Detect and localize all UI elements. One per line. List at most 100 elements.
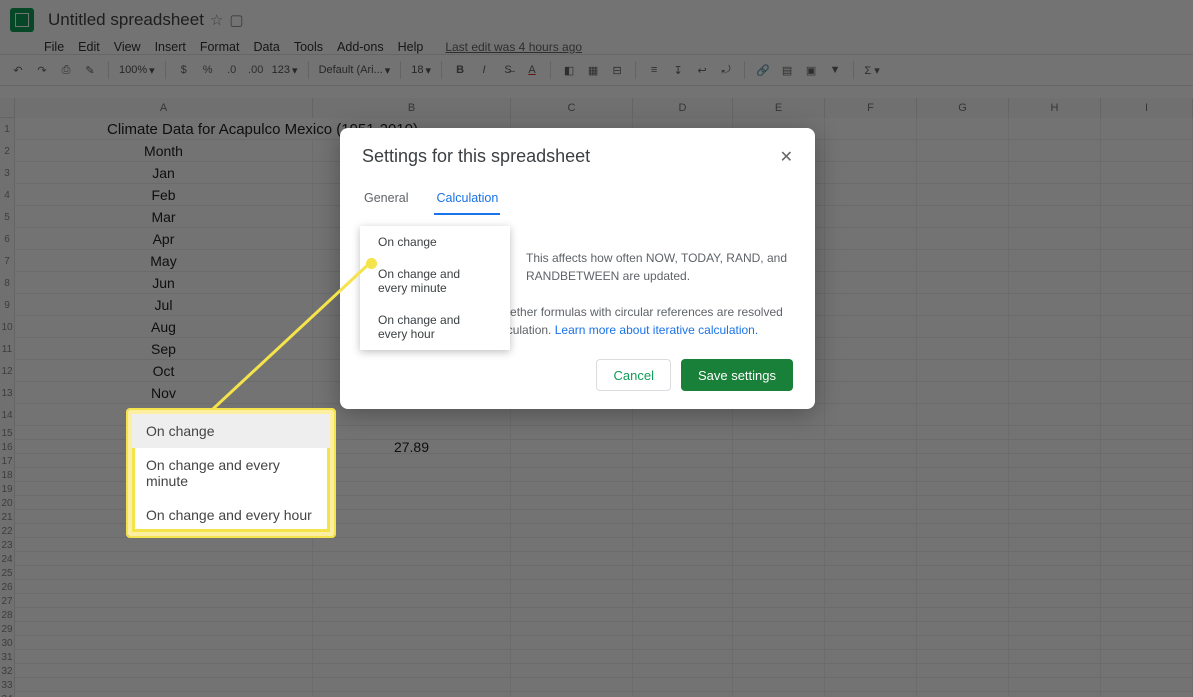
cell[interactable] bbox=[1101, 250, 1193, 272]
cell[interactable] bbox=[1101, 454, 1193, 468]
cell[interactable] bbox=[313, 496, 511, 510]
cell[interactable] bbox=[1101, 206, 1193, 228]
italic-icon[interactable]: I bbox=[476, 62, 492, 78]
cell[interactable] bbox=[1009, 404, 1101, 426]
redo-icon[interactable]: ↷ bbox=[34, 62, 50, 78]
cell[interactable] bbox=[633, 692, 733, 697]
row-header[interactable]: 21 bbox=[0, 510, 15, 524]
font-select[interactable]: Default (Ari... ▾ bbox=[319, 64, 391, 77]
cell[interactable] bbox=[1101, 692, 1193, 697]
cell[interactable]: Jan bbox=[15, 162, 313, 184]
cell[interactable] bbox=[313, 566, 511, 580]
cell[interactable] bbox=[825, 622, 917, 636]
cell[interactable] bbox=[917, 552, 1009, 566]
cell[interactable] bbox=[15, 678, 313, 692]
cell[interactable] bbox=[313, 482, 511, 496]
cell[interactable] bbox=[917, 678, 1009, 692]
cell[interactable] bbox=[917, 496, 1009, 510]
cell[interactable] bbox=[511, 566, 633, 580]
cell[interactable] bbox=[1009, 622, 1101, 636]
cell[interactable] bbox=[511, 440, 633, 454]
cell[interactable] bbox=[825, 382, 917, 404]
font-size[interactable]: 18 ▾ bbox=[411, 64, 431, 77]
cell[interactable] bbox=[825, 184, 917, 206]
cell[interactable] bbox=[1009, 184, 1101, 206]
cell[interactable] bbox=[917, 622, 1009, 636]
cell[interactable] bbox=[1009, 608, 1101, 622]
cell[interactable] bbox=[1009, 510, 1101, 524]
cancel-button[interactable]: Cancel bbox=[596, 359, 670, 391]
cell[interactable] bbox=[633, 426, 733, 440]
column-header[interactable]: B bbox=[313, 98, 511, 118]
zoom-select[interactable]: 100% ▾ bbox=[119, 64, 155, 77]
cell[interactable] bbox=[633, 440, 733, 454]
row-header[interactable]: 6 bbox=[0, 228, 15, 250]
cell[interactable] bbox=[917, 294, 1009, 316]
cell[interactable] bbox=[633, 594, 733, 608]
cell[interactable] bbox=[1101, 404, 1193, 426]
cell[interactable] bbox=[633, 496, 733, 510]
cell[interactable] bbox=[1101, 650, 1193, 664]
cell[interactable] bbox=[825, 552, 917, 566]
last-edit[interactable]: Last edit was 4 hours ago bbox=[445, 40, 582, 54]
cell[interactable] bbox=[313, 426, 511, 440]
row-header[interactable]: 27 bbox=[0, 594, 15, 608]
cell[interactable] bbox=[825, 650, 917, 664]
cell[interactable] bbox=[825, 538, 917, 552]
cell[interactable] bbox=[733, 692, 825, 697]
cell[interactable] bbox=[313, 580, 511, 594]
cell[interactable] bbox=[825, 360, 917, 382]
cell[interactable] bbox=[825, 636, 917, 650]
cell[interactable] bbox=[1101, 468, 1193, 482]
wrap-icon[interactable]: ↩ bbox=[694, 62, 710, 78]
cell[interactable] bbox=[511, 538, 633, 552]
cell[interactable] bbox=[511, 678, 633, 692]
cell[interactable] bbox=[633, 482, 733, 496]
cell[interactable] bbox=[511, 594, 633, 608]
cell[interactable] bbox=[825, 228, 917, 250]
cell[interactable] bbox=[825, 250, 917, 272]
cell[interactable] bbox=[313, 636, 511, 650]
cell[interactable] bbox=[825, 482, 917, 496]
cell[interactable] bbox=[633, 622, 733, 636]
cell[interactable] bbox=[511, 580, 633, 594]
comment-icon[interactable]: ▤ bbox=[779, 62, 795, 78]
cell[interactable] bbox=[1101, 622, 1193, 636]
cell[interactable] bbox=[917, 692, 1009, 697]
row-header[interactable]: 18 bbox=[0, 468, 15, 482]
cell[interactable] bbox=[825, 608, 917, 622]
cell[interactable] bbox=[1009, 468, 1101, 482]
cell[interactable] bbox=[633, 538, 733, 552]
cell[interactable] bbox=[733, 426, 825, 440]
cell[interactable] bbox=[1009, 566, 1101, 580]
row-header[interactable]: 14 bbox=[0, 404, 15, 426]
row-header[interactable]: 13 bbox=[0, 382, 15, 404]
cell[interactable] bbox=[1101, 580, 1193, 594]
cell[interactable] bbox=[825, 294, 917, 316]
cell[interactable]: Nov bbox=[15, 382, 313, 404]
cell[interactable] bbox=[511, 664, 633, 678]
cell[interactable] bbox=[633, 580, 733, 594]
currency-icon[interactable]: $ bbox=[176, 62, 192, 78]
cell[interactable] bbox=[917, 316, 1009, 338]
cell[interactable] bbox=[511, 468, 633, 482]
star-icon[interactable]: ☆ bbox=[210, 11, 223, 29]
cell[interactable] bbox=[917, 580, 1009, 594]
cell[interactable] bbox=[825, 404, 917, 426]
column-header[interactable]: I bbox=[1101, 98, 1193, 118]
row-header[interactable]: 31 bbox=[0, 650, 15, 664]
cell[interactable] bbox=[1009, 678, 1101, 692]
percent-icon[interactable]: % bbox=[200, 62, 216, 78]
cell[interactable] bbox=[1101, 184, 1193, 206]
cell[interactable]: Aug bbox=[15, 316, 313, 338]
column-header[interactable]: D bbox=[633, 98, 733, 118]
cell[interactable] bbox=[1009, 692, 1101, 697]
cell[interactable] bbox=[733, 636, 825, 650]
cell[interactable] bbox=[917, 608, 1009, 622]
column-header[interactable]: F bbox=[825, 98, 917, 118]
cell[interactable] bbox=[1101, 228, 1193, 250]
functions-icon[interactable]: Σ ▾ bbox=[864, 62, 880, 78]
cell[interactable] bbox=[313, 510, 511, 524]
row-header[interactable]: 9 bbox=[0, 294, 15, 316]
cell[interactable] bbox=[511, 608, 633, 622]
